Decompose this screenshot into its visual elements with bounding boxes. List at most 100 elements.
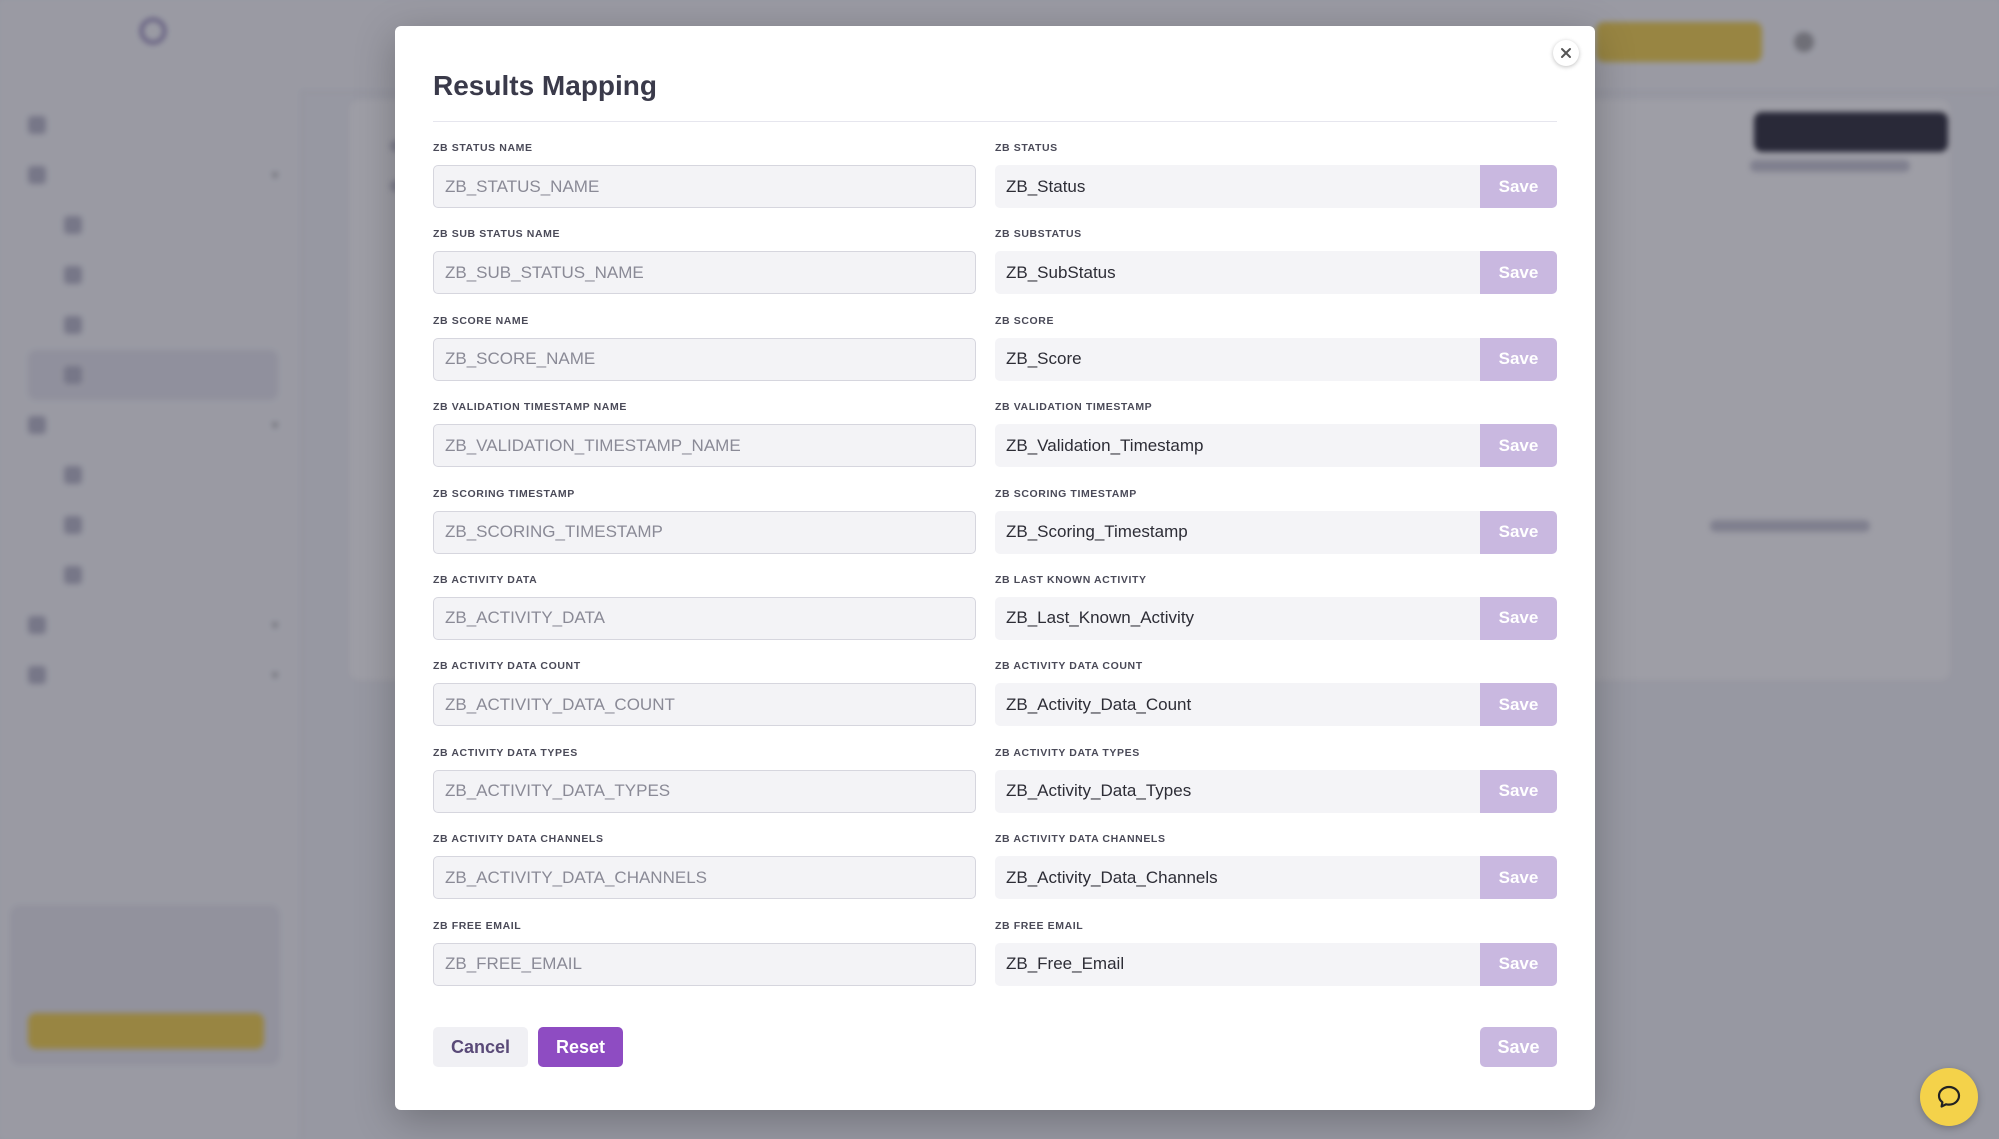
reset-button[interactable]: Reset — [538, 1027, 623, 1067]
mapping-input[interactable]: ZB_Activity_Data_Types — [995, 769, 1480, 813]
source-field: ZB ACTIVITY DATA CHANNELS ZB_ACTIVITY_DA… — [433, 832, 976, 900]
mapping-row: ZB ACTIVITY DATA CHANNELS ZB_ACTIVITY_DA… — [433, 832, 1557, 918]
source-field: ZB SUB STATUS NAME ZB_SUB_STATUS_NAME — [433, 227, 976, 295]
source-field: ZB FREE EMAIL ZB_FREE_EMAIL — [433, 919, 976, 986]
mapping-row: ZB FREE EMAIL ZB_FREE_EMAIL ZB FREE EMAI… — [433, 919, 1557, 1005]
source-field: ZB ACTIVITY DATA COUNT ZB_ACTIVITY_DATA_… — [433, 659, 976, 727]
field-label: ZB ACTIVITY DATA CHANNELS — [995, 833, 1166, 846]
field-label: ZB STATUS — [995, 142, 1058, 154]
target-field: ZB SUBSTATUS ZB_SubStatus Save — [995, 227, 1557, 295]
field-label: ZB SCORING TIMESTAMP — [433, 487, 575, 500]
field-label: ZB VALIDATION TIMESTAMP — [995, 401, 1153, 414]
close-icon — [1561, 48, 1571, 58]
source-name-field: ZB_SCORING_TIMESTAMP — [433, 510, 976, 554]
field-label: ZB ACTIVITY DATA COUNT — [995, 660, 1143, 673]
mapping-input[interactable]: ZB_Activity_Data_Count — [995, 683, 1480, 727]
mapping-row: ZB ACTIVITY DATA ZB_ACTIVITY_DATA ZB LAS… — [433, 573, 1557, 659]
source-name-field: ZB_ACTIVITY_DATA_COUNT — [433, 683, 976, 727]
field-label: ZB STATUS NAME — [433, 142, 533, 154]
input-group: ZB_Free_Email Save — [995, 942, 1557, 986]
mapping-row: ZB STATUS NAME ZB_STATUS_NAME ZB STATUS … — [433, 141, 1557, 227]
save-button[interactable]: Save — [1480, 424, 1557, 468]
save-button[interactable]: Save — [1480, 683, 1557, 727]
save-all-button[interactable]: Save — [1480, 1027, 1557, 1067]
target-field: ZB SCORING TIMESTAMP ZB_Scoring_Timestam… — [995, 487, 1557, 554]
target-field: ZB VALIDATION TIMESTAMP ZB_Validation_Ti… — [995, 400, 1557, 468]
mapping-row: ZB SCORE NAME ZB_SCORE_NAME ZB SCORE ZB_… — [433, 314, 1557, 400]
target-field: ZB ACTIVITY DATA CHANNELS ZB_Activity_Da… — [995, 832, 1557, 900]
field-label: ZB SCORE — [995, 314, 1055, 327]
mapping-row: ZB ACTIVITY DATA COUNT ZB_ACTIVITY_DATA_… — [433, 659, 1557, 745]
field-label: ZB VALIDATION TIMESTAMP NAME — [433, 401, 627, 414]
modal-title: Results Mapping — [433, 70, 658, 101]
mapping-row: ZB SCORING TIMESTAMP ZB_SCORING_TIMESTAM… — [433, 487, 1557, 573]
field-label: ZB ACTIVITY DATA TYPES — [995, 746, 1140, 759]
mapping-input[interactable]: ZB_Validation_Timestamp — [995, 424, 1480, 468]
save-button[interactable]: Save — [1480, 596, 1557, 640]
mapping-input[interactable]: ZB_Activity_Data_Channels — [995, 856, 1480, 900]
close-button[interactable] — [1553, 40, 1579, 66]
save-button[interactable]: Save — [1480, 942, 1557, 986]
divider — [433, 121, 1557, 122]
input-group: ZB_Activity_Data_Types Save — [995, 769, 1557, 813]
save-button[interactable]: Save — [1480, 510, 1557, 554]
input-group: ZB_Score Save — [995, 337, 1557, 381]
input-group: ZB_Activity_Data_Count Save — [995, 683, 1557, 727]
field-label: ZB ACTIVITY DATA — [433, 573, 538, 586]
chat-button[interactable] — [1920, 1068, 1978, 1126]
input-group: ZB_Activity_Data_Channels Save — [995, 856, 1557, 900]
source-name-field: ZB_SCORE_NAME — [433, 337, 976, 381]
mapping-input[interactable]: ZB_SubStatus — [995, 251, 1480, 295]
field-label: ZB FREE EMAIL — [995, 919, 1084, 932]
target-field: ZB ACTIVITY DATA TYPES ZB_Activity_Data_… — [995, 746, 1557, 813]
source-field: ZB SCORE NAME ZB_SCORE_NAME — [433, 314, 976, 381]
source-name-field: ZB_SUB_STATUS_NAME — [433, 251, 976, 295]
field-label: ZB ACTIVITY DATA CHANNELS — [433, 833, 604, 846]
source-field: ZB VALIDATION TIMESTAMP NAME ZB_VALIDATI… — [433, 400, 976, 468]
field-label: ZB ACTIVITY DATA TYPES — [433, 746, 578, 759]
target-field: ZB SCORE ZB_Score Save — [995, 314, 1557, 381]
source-field: ZB SCORING TIMESTAMP ZB_SCORING_TIMESTAM… — [433, 487, 976, 554]
field-label: ZB SUB STATUS NAME — [433, 228, 561, 241]
mapping-rows: ZB STATUS NAME ZB_STATUS_NAME ZB STATUS … — [433, 141, 1557, 1005]
input-group: ZB_Last_Known_Activity Save — [995, 596, 1557, 640]
save-button[interactable]: Save — [1480, 251, 1557, 295]
field-label: ZB SUBSTATUS — [995, 228, 1082, 241]
target-field: ZB STATUS ZB_Status Save — [995, 141, 1557, 208]
field-label: ZB SCORE NAME — [433, 314, 529, 327]
field-label: ZB LAST KNOWN ACTIVITY — [995, 573, 1147, 586]
save-button[interactable]: Save — [1480, 337, 1557, 381]
source-name-field: ZB_ACTIVITY_DATA_CHANNELS — [433, 856, 976, 900]
source-name-field: ZB_ACTIVITY_DATA_TYPES — [433, 769, 976, 813]
mapping-input[interactable]: ZB_Status — [995, 165, 1480, 208]
mapping-input[interactable]: ZB_Scoring_Timestamp — [995, 510, 1480, 554]
mapping-input[interactable]: ZB_Last_Known_Activity — [995, 596, 1480, 640]
mapping-row: ZB VALIDATION TIMESTAMP NAME ZB_VALIDATI… — [433, 400, 1557, 486]
cancel-button[interactable]: Cancel — [433, 1027, 528, 1067]
input-group: ZB_Scoring_Timestamp Save — [995, 510, 1557, 554]
mapping-row: ZB SUB STATUS NAME ZB_SUB_STATUS_NAME ZB… — [433, 227, 1557, 313]
target-field: ZB FREE EMAIL ZB_Free_Email Save — [995, 919, 1557, 986]
source-name-field: ZB_ACTIVITY_DATA — [433, 596, 976, 640]
input-group: ZB_Validation_Timestamp Save — [995, 424, 1557, 468]
source-name-field: ZB_STATUS_NAME — [433, 165, 976, 208]
field-label: ZB SCORING TIMESTAMP — [995, 487, 1137, 500]
mapping-row: ZB ACTIVITY DATA TYPES ZB_ACTIVITY_DATA_… — [433, 746, 1557, 832]
save-button[interactable]: Save — [1480, 769, 1557, 813]
source-name-field: ZB_FREE_EMAIL — [433, 942, 976, 986]
mapping-input[interactable]: ZB_Score — [995, 337, 1480, 381]
input-group: ZB_Status Save — [995, 165, 1557, 208]
results-mapping-modal: Results Mapping ZB STATUS NAME ZB_STATUS… — [395, 26, 1595, 1110]
save-button[interactable]: Save — [1480, 856, 1557, 900]
field-label: ZB FREE EMAIL — [433, 919, 522, 932]
source-field: ZB STATUS NAME ZB_STATUS_NAME — [433, 141, 976, 208]
field-label: ZB ACTIVITY DATA COUNT — [433, 660, 581, 673]
source-name-field: ZB_VALIDATION_TIMESTAMP_NAME — [433, 424, 976, 468]
target-field: ZB ACTIVITY DATA COUNT ZB_Activity_Data_… — [995, 659, 1557, 727]
target-field: ZB LAST KNOWN ACTIVITY ZB_Last_Known_Act… — [995, 573, 1557, 640]
modal-footer: Cancel Reset Save — [433, 1027, 1557, 1067]
input-group: ZB_SubStatus Save — [995, 251, 1557, 295]
save-button[interactable]: Save — [1480, 165, 1557, 208]
mapping-input[interactable]: ZB_Free_Email — [995, 942, 1480, 986]
chat-bubble-icon — [1937, 1085, 1961, 1108]
